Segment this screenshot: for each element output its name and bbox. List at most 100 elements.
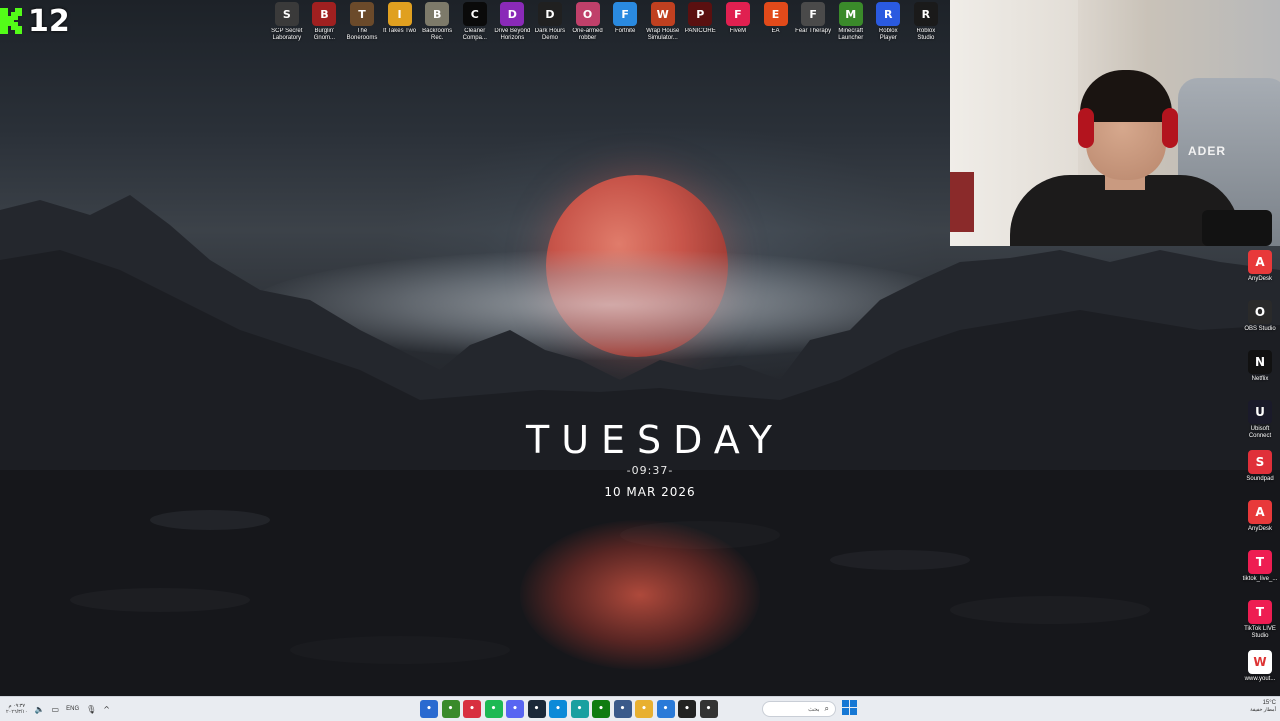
desktop-icon[interactable]: N Netflix [1240, 350, 1280, 383]
desktop-icon[interactable]: Ttiktok_live_... [1240, 550, 1280, 583]
desktop-icon[interactable]: C Cleaner Compa... [456, 2, 494, 42]
ubisoft-icon: U [1248, 400, 1272, 424]
fear-therapy-icon: F [801, 2, 826, 26]
clock-day: TUESDAY [525, 418, 784, 462]
steam-icon[interactable]: • [527, 700, 546, 718]
xbox-icon[interactable]: • [592, 700, 610, 718]
desktop-top-icons: S SCP Secret Laboratory B Burglin' Gnom... T… [268, 2, 982, 42]
desktop-icon[interactable]: F FiveM [719, 2, 757, 42]
roblox-player-icon: R [876, 2, 901, 26]
weather-widget[interactable]: 15°C أمطار خفيفة [1222, 699, 1276, 719]
desktop-icon[interactable]: T The Bonerooms [343, 2, 381, 42]
desktop-icon-label: tiktok_live_... [1242, 576, 1278, 582]
spotify-icon[interactable]: • [484, 700, 503, 718]
soundpad-icon: S [1248, 450, 1272, 474]
tray-datetime[interactable]: ٠٩:٣٧ م ٢٠٢٦/٣/١٠ [6, 703, 28, 715]
desktop-icon-label: Roblox Player [878, 28, 898, 41]
desktop-icon[interactable]: D Dark Hours Demo [531, 2, 569, 42]
search-placeholder: بحث [808, 706, 820, 713]
desktop-icon[interactable]: P PANICORE [682, 2, 720, 42]
chair-logo-text: ADER [1188, 144, 1227, 158]
desktop-icon-label: Netflix [1251, 376, 1269, 382]
desktop-icon-label: Backrooms Rec. [422, 28, 453, 41]
desktop-icon[interactable]: F Fortnite [606, 2, 644, 42]
dark-hours-icon: D [537, 2, 562, 26]
headphones-right [1162, 108, 1178, 148]
network-icon[interactable]: ▭ [52, 705, 60, 714]
obs-taskbar-icon[interactable]: • [678, 700, 696, 718]
desktop-icon[interactable]: D Drive Beyond Horizons [494, 2, 532, 42]
desktop-icon[interactable]: S Soundpad [1240, 450, 1280, 483]
edge-icon[interactable]: • [549, 700, 567, 718]
desktop-icon-label: PANICORE [684, 28, 716, 34]
desktop-icon-label: www.yout... [1244, 676, 1276, 682]
calculator-icon[interactable]: • [613, 700, 632, 718]
desktop-icon-label: OBS Studio [1244, 326, 1276, 332]
desktop-icon[interactable]: W Wrap House Simulator... [644, 2, 682, 42]
desktop-icon-label: Drive Beyond Horizons [494, 28, 531, 41]
taskbar-apps: • • • • • • • • • • • • • • [420, 700, 718, 718]
desktop-icon[interactable]: R Roblox Studio [907, 2, 945, 42]
microphone-icon[interactable]: 🎙 [86, 705, 96, 714]
fortnite-icon: F [613, 2, 638, 26]
desktop-icon[interactable]: R Roblox Player [870, 2, 908, 42]
desktop-icon-label: EA [771, 28, 780, 34]
wrap-house-icon: W [650, 2, 675, 26]
fivem-icon: F [725, 2, 750, 26]
desktop-icon[interactable]: O OBS Studio [1240, 300, 1280, 333]
discord-icon[interactable]: • [506, 700, 524, 718]
desktop-icon[interactable]: A AnyDesk [1240, 500, 1280, 533]
app-teal-icon[interactable]: • [570, 700, 589, 718]
viewer-counter: 12 [0, 2, 70, 40]
desktop-icon-label: Dark Hours Demo [534, 28, 566, 41]
viewer-count: 12 [28, 3, 70, 39]
desktop-icon-label: One-armed robber [572, 28, 603, 41]
code-editor-icon[interactable]: • [699, 700, 718, 718]
app-red-icon[interactable]: • [463, 700, 481, 718]
desktop-icon[interactable]: B Burglin' Gnom... [306, 2, 344, 42]
desktop-icon-label: AnyDesk [1247, 276, 1272, 282]
chrome-icon[interactable]: • [420, 700, 438, 718]
desktop-icon[interactable]: S SCP Secret Laboratory [268, 2, 306, 42]
desktop-icon-label: TikTok LIVE Studio [1244, 626, 1276, 639]
desktop-icon-label: Ubisoft Connect [1248, 426, 1272, 439]
desktop-icon[interactable]: T TikTok LIVE Studio [1240, 600, 1280, 640]
volume-icon[interactable]: 🔈 [35, 705, 45, 714]
desktop-icon-label: Cleaner Compa... [462, 28, 487, 41]
obs-icon: O [1248, 300, 1272, 324]
desktop-icon[interactable]: O One-armed robber [569, 2, 607, 42]
headphones-left [1078, 108, 1094, 148]
desktop-icon-label: Soundpad [1246, 476, 1274, 482]
desktop-icon[interactable]: I It Takes Two [381, 2, 419, 42]
photos-icon[interactable]: • [656, 700, 675, 718]
start-button-icon[interactable] [842, 700, 858, 716]
desktop-icon-label: Wrap House Simulator... [646, 28, 680, 41]
cleaner-company-icon: C [462, 2, 487, 26]
desktop-icon[interactable]: B Backrooms Rec. [418, 2, 456, 42]
anydesk-icon: A [1248, 500, 1272, 524]
desktop-icon[interactable]: E EA [757, 2, 795, 42]
weather-condition: أمطار خفيفة [1250, 707, 1276, 713]
ea-icon: E [763, 2, 788, 26]
chrome-shortcut-icon: W [1248, 650, 1272, 674]
roblox-studio-icon: R [913, 2, 938, 26]
desktop-icon[interactable]: M Minecraft Launcher [832, 2, 870, 42]
show-hidden-icons-icon[interactable]: ^ [103, 705, 110, 714]
search-box[interactable]: بحث ⌕ [762, 701, 836, 717]
desktop-icon[interactable]: A AnyDesk [1240, 250, 1280, 283]
desktop-icon[interactable]: U Ubisoft Connect [1240, 400, 1280, 440]
backrooms-icon: B [425, 2, 450, 26]
minecraft-icon[interactable]: • [441, 700, 460, 718]
desktop-icon-label: Burglin' Gnom... [313, 28, 336, 41]
file-explorer-icon[interactable]: • [635, 700, 653, 718]
language-indicator[interactable]: ENG [66, 706, 79, 712]
desktop-icon[interactable]: Wwww.yout... [1240, 650, 1280, 683]
desktop-icon[interactable]: F Fear Therapy [794, 2, 832, 42]
clock-date: 10 MAR 2026 [604, 485, 696, 499]
one-armed-robber-icon: O [575, 2, 600, 26]
desktop-icon-label: The Bonerooms [346, 28, 378, 41]
tiktok-icon: T [1248, 550, 1272, 574]
anydesk-icon: A [1248, 250, 1272, 274]
desktop-icon-label: SCP Secret Laboratory [271, 28, 303, 41]
moon-reflection [520, 520, 760, 670]
